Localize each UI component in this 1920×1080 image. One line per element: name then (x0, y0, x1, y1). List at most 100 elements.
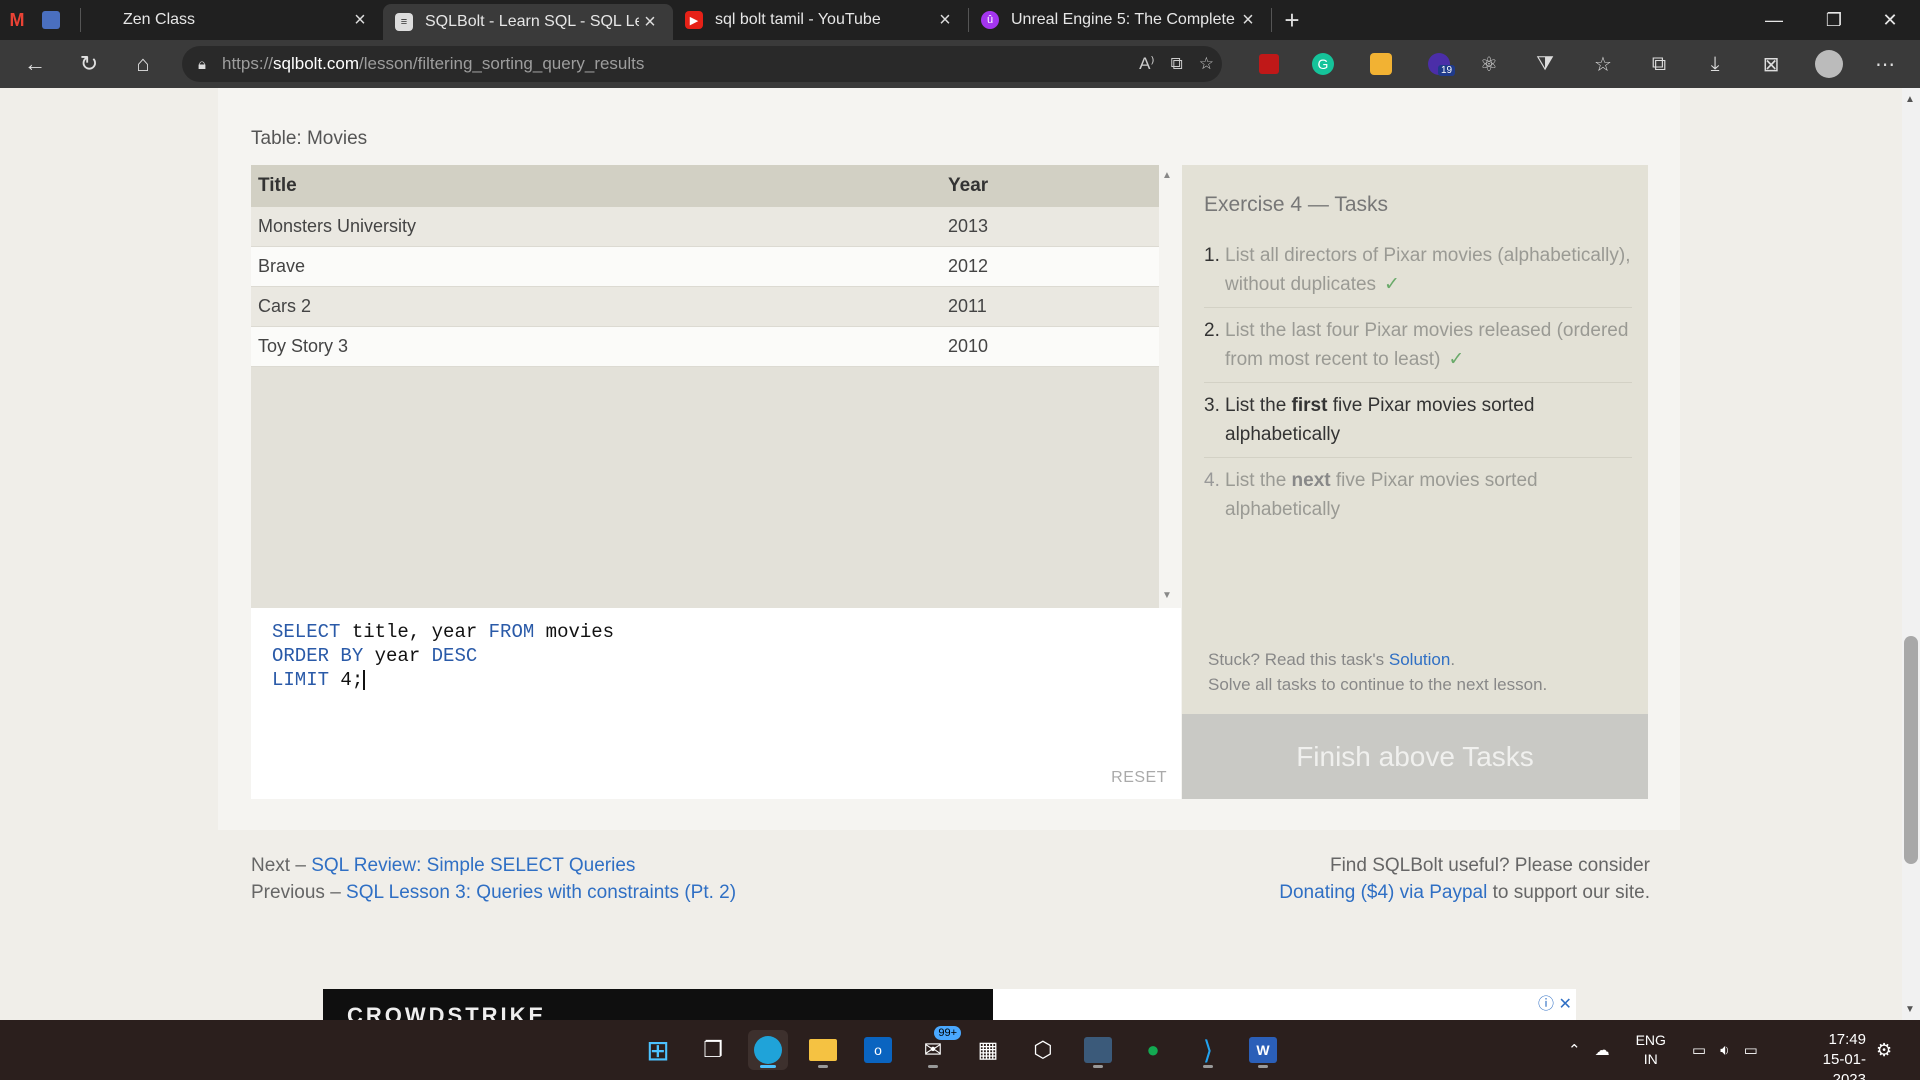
tab-sqlbolt[interactable]: ≡ SQLBolt - Learn SQL - SQL Lesso × (383, 4, 673, 40)
tab-title: Unreal Engine 5: The Complete B (1011, 11, 1237, 28)
previous-lesson-link[interactable]: SQL Lesson 3: Queries with constraints (… (346, 882, 736, 903)
table-row: Brave 2012 (251, 247, 1159, 287)
leaf-icon: ● (1146, 1037, 1160, 1062)
donate-link[interactable]: Donating ($4) via Paypal (1279, 882, 1487, 903)
notification-icon[interactable]: ⚙ (1876, 1020, 1892, 1080)
vscode-icon: ⟩ (1202, 1034, 1214, 1065)
restore-button[interactable]: ❐ (1806, 0, 1862, 40)
task-item: 4. List the next five Pixar movies sorte… (1204, 470, 1538, 520)
tab-youtube[interactable]: ▶ sql bolt tamil - YouTube × (673, 0, 968, 40)
react-extension-icon[interactable]: ⚛ (1462, 40, 1516, 88)
more-menu-icon[interactable]: ⋯ (1858, 40, 1912, 88)
close-ad-icon[interactable]: ✕ (1558, 996, 1571, 1013)
clock[interactable]: 17:49 15-01-2023 (1790, 1030, 1866, 1080)
cell-title: Brave (258, 256, 306, 276)
mcafee-extension-icon[interactable] (1242, 40, 1296, 88)
mongodb-compass-button[interactable]: ● (1133, 1030, 1173, 1070)
add-favorite-icon[interactable]: ☆ (1199, 54, 1214, 74)
youtube-icon: ▶ (685, 11, 703, 29)
home-button[interactable]: ⌂ (116, 40, 170, 88)
start-button[interactable]: ⊞ (638, 1030, 678, 1070)
collections-icon[interactable]: ⧉ (1632, 40, 1686, 88)
tab-udemy[interactable]: û Unreal Engine 5: The Complete B × (969, 0, 1271, 40)
language-indicator[interactable]: ENG IN (1636, 1031, 1666, 1069)
refresh-button[interactable]: ↻ (62, 40, 116, 88)
docs-pinned-tab[interactable] (34, 0, 68, 40)
grammarly-extension-icon[interactable]: G (1296, 40, 1350, 88)
app-available-icon[interactable]: ⧉ (1171, 54, 1183, 74)
ad-choices[interactable]: ⓘ ✕ (1538, 990, 1572, 1014)
close-icon[interactable]: × (349, 9, 371, 32)
outlook-icon: o (864, 1037, 892, 1063)
outlook-button[interactable]: o (858, 1030, 898, 1070)
udemy-icon: û (981, 11, 999, 29)
calculator-button[interactable]: ▦ (968, 1030, 1008, 1070)
sql-editor[interactable]: SELECT title, year FROM movies ORDER BY … (251, 608, 1181, 799)
next-lesson-link[interactable]: SQL Review: Simple SELECT Queries (311, 855, 635, 876)
profile-avatar[interactable] (1802, 40, 1856, 88)
sql-code[interactable]: SELECT title, year FROM movies ORDER BY … (272, 620, 614, 692)
workbench-icon (1084, 1037, 1112, 1063)
show-hidden-icons-chevron-icon[interactable]: ⌃ (1568, 1041, 1581, 1059)
favorites-icon[interactable]: ☆ (1576, 40, 1630, 88)
finish-tasks-button[interactable]: Finish above Tasks (1182, 714, 1648, 799)
advertisement-banner[interactable]: CROWDSTRIKE (323, 989, 993, 1020)
page-scrollbar[interactable] (1902, 88, 1920, 1020)
onedrive-icon[interactable]: ☁ (1595, 1041, 1610, 1059)
network-icon[interactable]: ▭ (1692, 1041, 1706, 1059)
cell-year: 2011 (948, 296, 987, 316)
address-bar[interactable]: 🔒︎ https://sqlbolt.com/lesson/filtering_… (182, 46, 1222, 82)
battery-icon[interactable]: ▭ (1744, 1041, 1758, 1059)
tab-zen-class[interactable]: Zen Class × (81, 0, 383, 40)
scrollbar-thumb[interactable] (1904, 636, 1918, 864)
unity-icon: ⬡ (1033, 1037, 1053, 1062)
new-tab-button[interactable]: + (1272, 0, 1312, 40)
tab-bar: M Zen Class × ≡ SQLBolt - Learn SQL - SQ… (0, 0, 1920, 40)
close-icon[interactable]: × (1237, 9, 1259, 32)
close-icon[interactable]: × (934, 9, 956, 32)
minimize-button[interactable]: — (1746, 0, 1802, 40)
ad-brand-text: CROWDSTRIKE (347, 1003, 547, 1020)
colorful-extension-icon[interactable] (1354, 40, 1408, 88)
task-list: 1. List all directors of Pixar movies (a… (1204, 233, 1632, 532)
stuck-help-text: Stuck? Read this task's Solution. Solve … (1208, 650, 1548, 694)
file-explorer-button[interactable] (803, 1030, 843, 1070)
mysql-workbench-button[interactable] (1078, 1030, 1118, 1070)
mail-button[interactable]: ✉ 99+ (913, 1026, 961, 1070)
gmail-icon: M (9, 9, 25, 30)
task-view-button[interactable]: ❐ (693, 1030, 733, 1070)
lock-icon[interactable]: 🔒︎ (182, 56, 222, 73)
math-solver-icon[interactable]: ⊠ (1744, 40, 1798, 88)
lesson-navigation: Next – SQL Review: Simple SELECT Queries… (251, 855, 737, 903)
calculator-icon: ▦ (977, 1037, 999, 1062)
close-window-button[interactable]: ✕ (1862, 0, 1918, 40)
windows-logo-icon: ⊞ (646, 1034, 670, 1066)
info-icon[interactable]: ⓘ (1538, 996, 1554, 1013)
scroll-down-arrow-icon[interactable]: ▼ (1905, 1004, 1915, 1015)
column-header-title: Title (258, 175, 297, 196)
extension-badge: 19 (1438, 65, 1456, 76)
vscode-button[interactable]: ⟩ (1188, 1030, 1228, 1070)
unity-button[interactable]: ⬡ (1023, 1030, 1063, 1070)
donation-notice: Find SQLBolt useful? Please consider Don… (1279, 855, 1650, 903)
cell-year: 2013 (948, 216, 989, 236)
solution-link[interactable]: Solution (1389, 650, 1450, 669)
read-aloud-icon[interactable]: A⁾ (1139, 54, 1155, 74)
scroll-up-arrow-icon[interactable]: ▲ (1905, 94, 1915, 105)
reset-button[interactable]: RESET (1111, 769, 1167, 787)
word-button[interactable]: W (1243, 1030, 1283, 1070)
url-text[interactable]: https://sqlbolt.com/lesson/filtering_sor… (222, 54, 644, 74)
back-button[interactable]: ← (8, 40, 62, 88)
checkmark-icon: ✓ (1448, 349, 1465, 370)
task-item-current: 3. List the first five Pixar movies sort… (1204, 383, 1632, 458)
close-icon[interactable]: × (639, 11, 661, 34)
extensions-icon[interactable]: ⧩ (1518, 40, 1572, 88)
badge-extension-icon[interactable]: 19 (1412, 40, 1466, 88)
table-scroll-down-icon[interactable]: ▼ (1162, 590, 1172, 601)
table-scroll-up-icon[interactable]: ▲ (1162, 170, 1172, 181)
edge-taskbar-button[interactable] (748, 1030, 788, 1070)
table-row: Monsters University 2013 (251, 207, 1159, 247)
download-icon[interactable]: ⤓ (1688, 40, 1742, 88)
volume-icon[interactable]: 🔉︎ (1720, 1042, 1729, 1059)
gmail-pinned-tab[interactable]: M (0, 0, 34, 40)
